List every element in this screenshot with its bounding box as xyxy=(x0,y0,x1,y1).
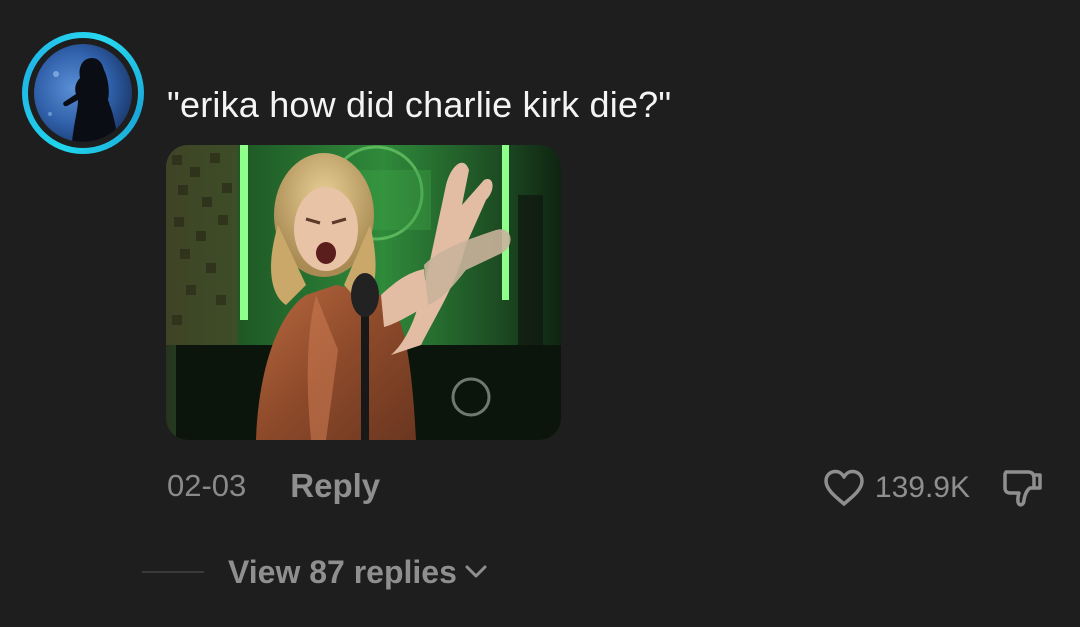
chevron-down-icon xyxy=(465,565,487,579)
comment-text: "erika how did charlie kirk die?" xyxy=(167,84,672,125)
view-replies-row: View 87 replies xyxy=(142,550,487,594)
dislike-button[interactable] xyxy=(1000,466,1044,510)
like-button[interactable] xyxy=(823,469,865,507)
thumbs-down-outline-icon xyxy=(1003,470,1042,507)
reply-button[interactable]: Reply xyxy=(290,467,380,505)
avatar[interactable] xyxy=(34,44,132,142)
view-replies-label: View 87 replies xyxy=(228,553,457,590)
avatar-story-ring[interactable] xyxy=(22,32,144,154)
view-replies-button[interactable]: View 87 replies xyxy=(228,554,487,591)
comment-meta-row: 02-03 Reply xyxy=(167,466,380,506)
comment-gif-image[interactable] xyxy=(166,145,561,440)
avatar-ring-gap xyxy=(28,38,138,148)
like-count: 139.9K xyxy=(874,471,970,504)
comment-item: "erika how did charlie kirk die?" 02-03 … xyxy=(0,0,1080,627)
comment-timestamp: 02-03 xyxy=(167,468,247,503)
comment-actions: 139.9K xyxy=(823,466,1044,510)
replies-divider xyxy=(142,571,204,573)
heart-outline-icon xyxy=(824,469,864,506)
